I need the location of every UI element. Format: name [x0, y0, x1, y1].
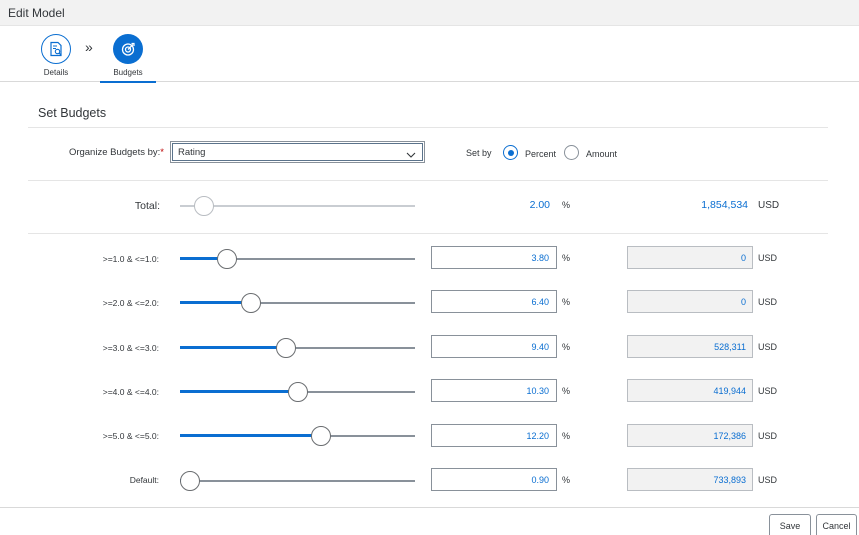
percent-unit: %	[562, 200, 571, 210]
budget-row-label: Default:	[129, 475, 159, 485]
slider-handle[interactable]	[311, 426, 331, 446]
organize-budgets-value: Rating	[178, 147, 206, 158]
window-title: Edit Model	[8, 6, 65, 20]
percent-radio-label[interactable]: Percent	[525, 149, 556, 159]
total-label: Total:	[134, 200, 160, 212]
percent-input-value: 12.20	[526, 431, 549, 441]
section-title: Set Budgets	[38, 106, 107, 120]
amount-field: 172,386	[627, 424, 753, 447]
set-by-label: Set by	[466, 148, 492, 158]
budget-slider[interactable]	[180, 471, 415, 491]
amount-field: 528,311	[627, 335, 753, 358]
document-search-icon	[41, 34, 71, 64]
chevron-down-icon	[406, 147, 416, 165]
percent-input-value: 3.80	[531, 253, 549, 263]
divider	[28, 127, 828, 128]
percent-unit: %	[562, 475, 571, 485]
percent-input-value: 0.90	[531, 475, 549, 485]
total-amount-value: 1,854,534	[701, 199, 748, 211]
slider-handle[interactable]	[275, 338, 296, 358]
amount-field-value: 172,386	[713, 431, 746, 441]
slider-handle	[193, 196, 214, 216]
amount-field-value: 0	[740, 297, 746, 307]
amount-field-value: 0	[740, 253, 746, 263]
amount-radio[interactable]	[564, 145, 579, 160]
percent-input[interactable]: 0.90	[431, 468, 557, 491]
total-percent-value: 2.00	[529, 199, 550, 211]
cancel-button[interactable]: Cancel	[816, 514, 857, 535]
currency-unit: USD	[758, 253, 778, 263]
save-button[interactable]: Save	[769, 514, 811, 535]
currency-unit: USD	[758, 297, 778, 307]
divider	[28, 233, 828, 234]
wizard-step-details[interactable]: Details	[26, 34, 86, 77]
slider-fill	[180, 301, 251, 304]
required-marker: *	[160, 147, 164, 158]
budget-slider[interactable]	[180, 426, 415, 446]
wizard-progress: Details » Budgets	[0, 26, 859, 83]
slider-fill	[180, 346, 286, 349]
percent-input[interactable]: 6.40	[431, 290, 557, 313]
budget-row-label: >=4.0 & <=4.0:	[102, 387, 159, 397]
slider-track	[180, 205, 415, 207]
percent-unit: %	[562, 297, 571, 307]
amount-field: 733,893	[627, 468, 753, 491]
currency-unit: USD	[758, 342, 778, 352]
total-slider	[180, 196, 415, 216]
wizard-step-label: Details	[43, 68, 69, 77]
amount-field-value: 419,944	[713, 386, 746, 396]
percent-input[interactable]: 9.40	[431, 335, 557, 358]
double-chevron-right-icon: »	[85, 39, 93, 55]
percent-input-value: 9.40	[531, 342, 549, 352]
currency-unit: USD	[758, 200, 780, 211]
percent-input-value: 6.40	[531, 297, 549, 307]
slider-fill	[180, 390, 298, 393]
amount-field-value: 528,311	[714, 342, 746, 352]
budget-row-label: >=1.0 & <=1.0:	[102, 254, 159, 264]
target-icon	[113, 34, 143, 64]
wizard-step-budgets[interactable]: Budgets	[98, 34, 158, 83]
percent-input[interactable]: 12.20	[431, 424, 557, 447]
currency-unit: USD	[758, 431, 778, 441]
percent-unit: %	[562, 386, 571, 396]
title-bar: Edit Model	[0, 0, 859, 26]
active-step-indicator	[100, 81, 156, 83]
budget-slider[interactable]	[180, 382, 415, 402]
amount-field: 0	[627, 290, 753, 313]
dialog-footer: Save Cancel	[0, 507, 859, 535]
currency-unit: USD	[758, 475, 778, 485]
budget-row-label: >=3.0 & <=3.0:	[102, 343, 159, 353]
organize-budgets-select[interactable]: Rating	[170, 141, 425, 163]
wizard-step-label: Budgets	[113, 68, 143, 77]
slider-handle[interactable]	[240, 293, 261, 313]
amount-field: 0	[627, 246, 753, 269]
currency-unit: USD	[758, 386, 778, 396]
percent-input[interactable]: 3.80	[431, 246, 557, 269]
slider-handle[interactable]	[180, 471, 200, 491]
percent-radio[interactable]	[503, 145, 518, 160]
budget-slider[interactable]	[180, 249, 415, 269]
budget-slider[interactable]	[180, 293, 415, 313]
slider-handle[interactable]	[217, 249, 237, 269]
organize-budgets-label: Organize Budgets by:*	[68, 147, 164, 158]
percent-unit: %	[562, 253, 571, 263]
percent-input-value: 10.30	[526, 386, 549, 396]
amount-field: 419,944	[627, 379, 753, 402]
budget-row-label: >=2.0 & <=2.0:	[102, 298, 159, 308]
percent-input[interactable]: 10.30	[431, 379, 557, 402]
budget-row-label: >=5.0 & <=5.0:	[102, 431, 159, 441]
percent-unit: %	[562, 342, 571, 352]
amount-radio-label[interactable]: Amount	[586, 149, 617, 159]
percent-unit: %	[562, 431, 571, 441]
slider-handle[interactable]	[287, 382, 308, 402]
slider-track	[180, 480, 415, 482]
divider	[28, 180, 828, 181]
budget-slider[interactable]	[180, 338, 415, 358]
slider-fill	[180, 434, 321, 437]
amount-field-value: 733,893	[713, 475, 746, 485]
